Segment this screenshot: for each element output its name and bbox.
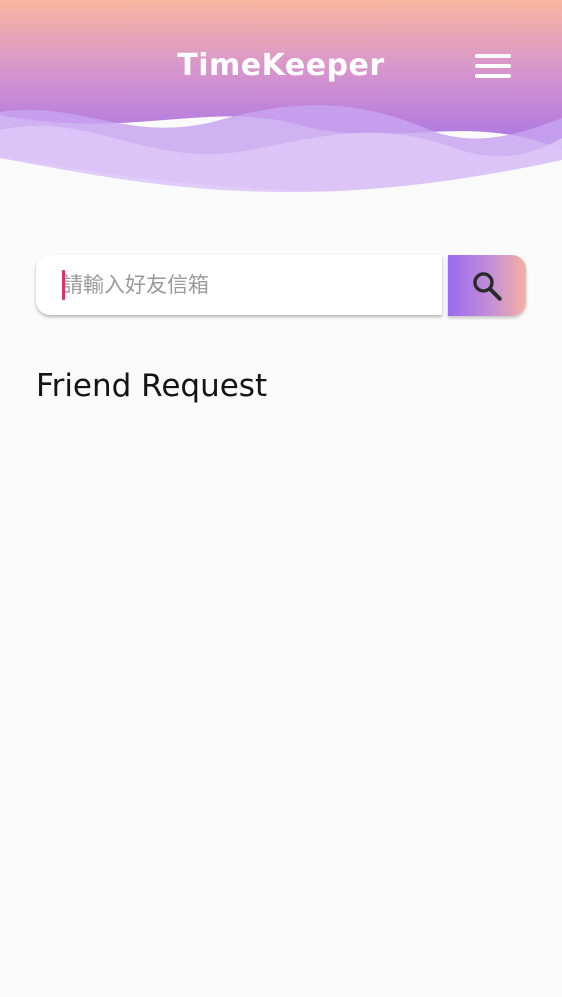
menu-bar — [475, 54, 511, 58]
search-icon — [473, 272, 502, 301]
search-button[interactable] — [448, 255, 526, 316]
friend-request-heading: Friend Request — [36, 368, 268, 404]
friend-email-input[interactable] — [62, 265, 422, 305]
app-header: TimeKeeper — [0, 0, 562, 200]
wave-header-background — [0, 0, 562, 200]
text-cursor — [62, 270, 65, 300]
menu-bar — [475, 64, 511, 68]
menu-bar — [475, 74, 511, 78]
hamburger-menu-icon[interactable] — [470, 48, 516, 84]
friend-email-search-field[interactable] — [36, 255, 442, 315]
